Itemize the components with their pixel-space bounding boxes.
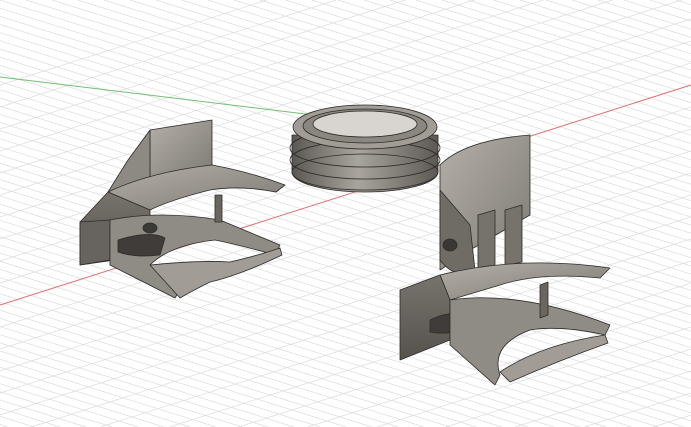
cad-viewport[interactable] — [0, 0, 691, 427]
threaded-ring[interactable] — [289, 104, 441, 193]
left-clamp-body[interactable] — [79, 119, 286, 299]
model-canvas[interactable] — [0, 0, 691, 427]
